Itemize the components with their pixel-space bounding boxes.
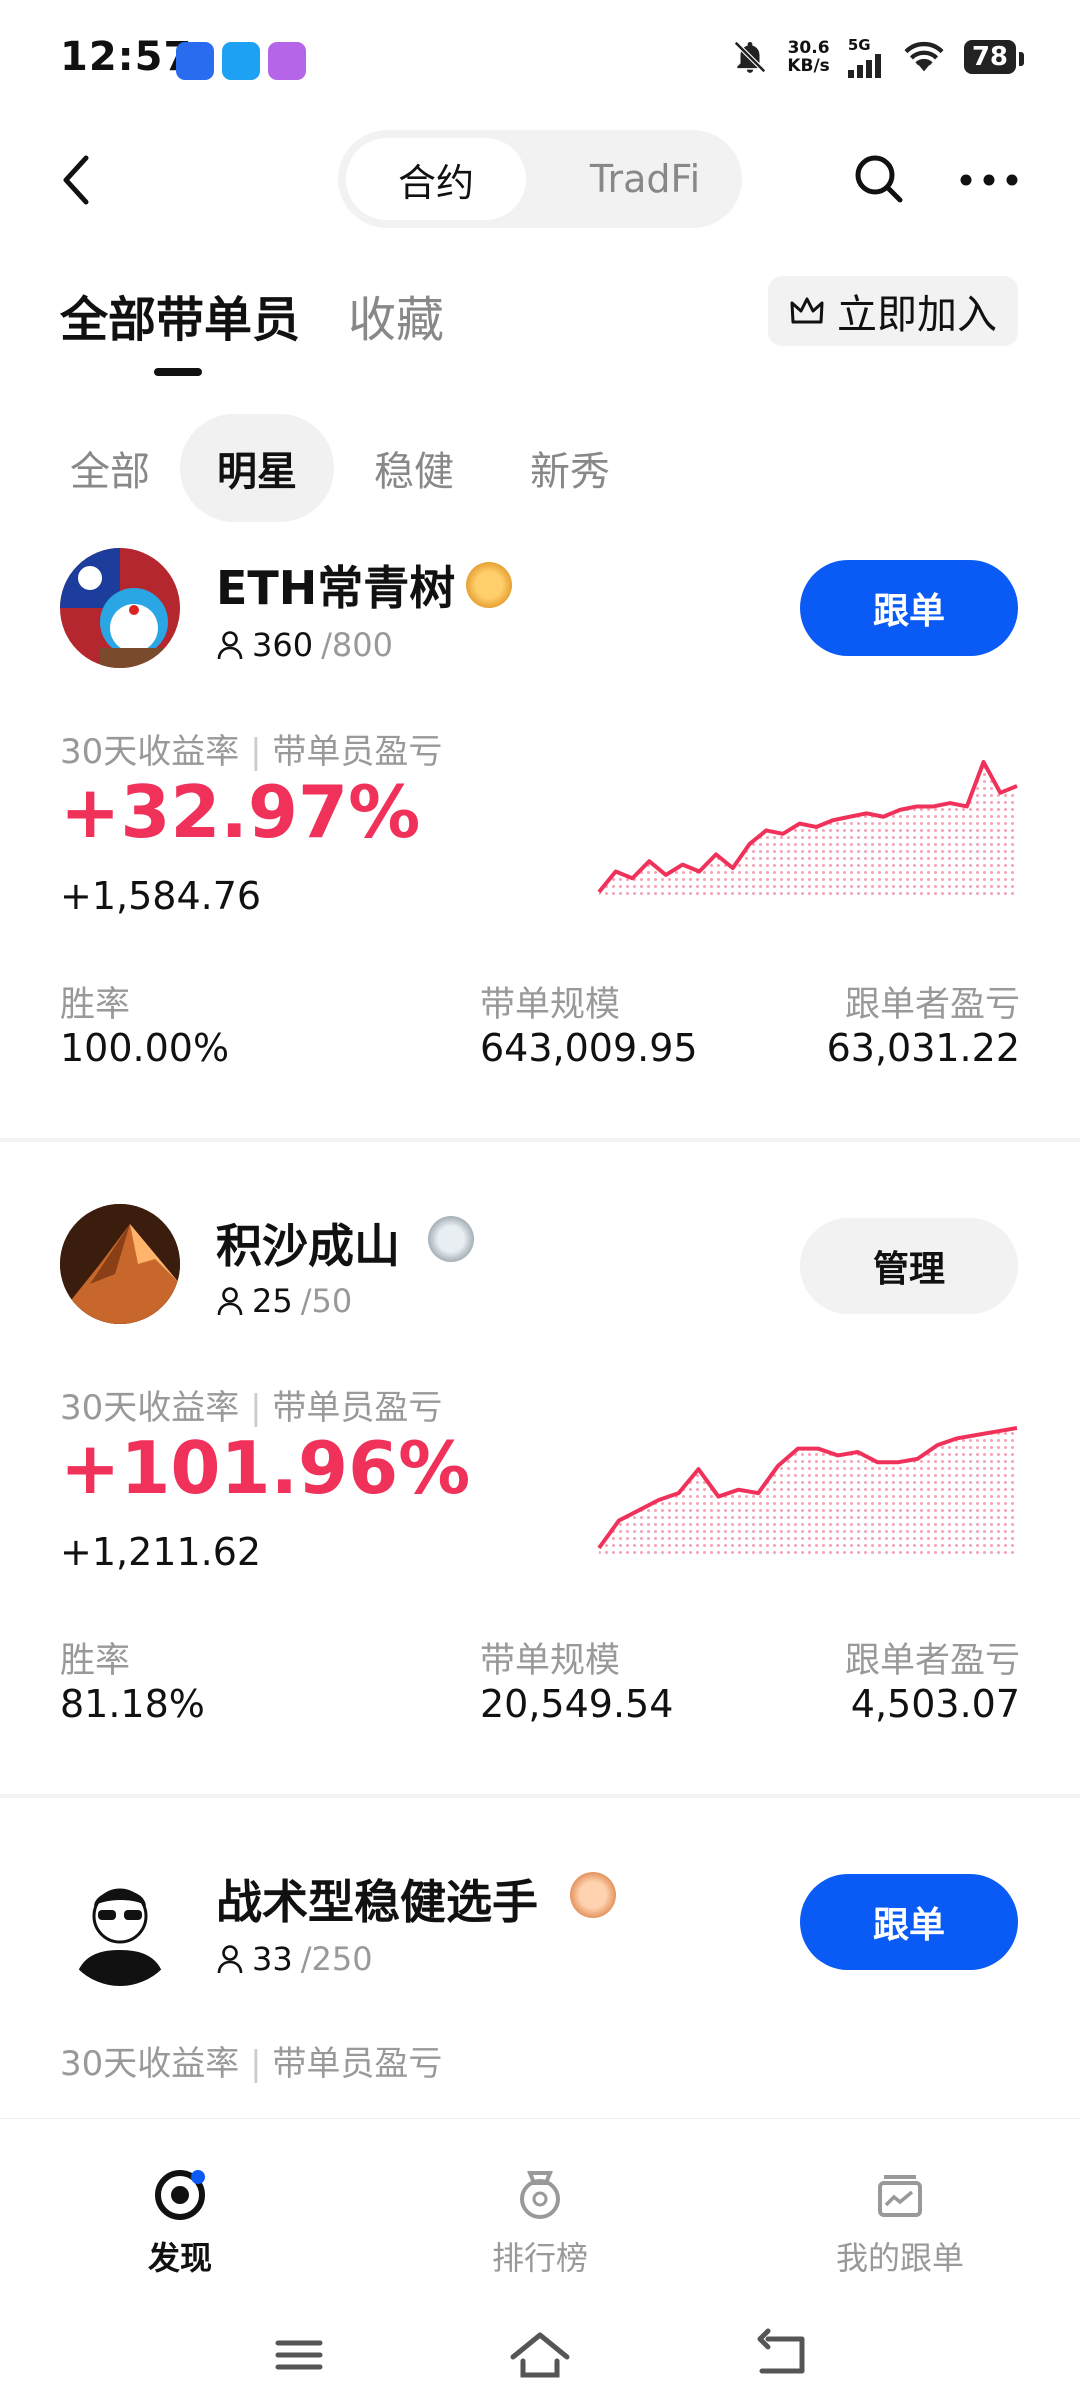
app-notification-icon [222,42,260,80]
card-divider [0,1794,1080,1798]
nav-discover[interactable]: 发现 [70,2167,290,2279]
nav-my-copy-label: 我的跟单 [835,2239,964,2277]
aum-value: 643,009.95 [480,1026,698,1070]
nav-ranking[interactable]: 排行榜 [430,2167,650,2279]
trader-card[interactable]: 战术型稳健选手 33/250 跟单 30天收益率 | 带单员盈亏 [0,1852,1080,2118]
crown-icon [790,297,824,324]
app-notification-icon [268,42,306,80]
aum-label: 带单规模 [480,1641,621,1681]
menu-icon[interactable] [264,2325,334,2385]
follower-pnl-value: 4,503.07 [850,1682,1020,1726]
pnl-value: +1,584.76 [60,874,262,918]
follower-capacity: /50 [300,1282,353,1320]
copy-trade-button[interactable]: 跟单 [800,1874,1018,1970]
trader-name: ETH常青树 [216,561,456,615]
user-icon [217,1287,243,1316]
copy-trade-button[interactable]: 跟单 [800,560,1018,656]
user-icon [217,631,243,660]
nav-discover-label: 发现 [147,2239,212,2277]
follower-count: 25/50 [216,1282,352,1320]
profit-labels: 30天收益率 | 带单员盈亏 [60,732,443,772]
tab-all-leaders[interactable]: 全部带单员 [60,280,300,350]
roi-value: +101.96% [60,1426,471,1510]
status-indicators: 30.6 KB/s 5G 78 [731,36,1025,78]
status-time: 12:57 [60,34,193,80]
follower-current: 33 [252,1940,293,1978]
trader-name: 战术型稳健选手 [216,1875,538,1929]
signal-icon: 5G [847,36,884,78]
market-segment-control: 合约 TradFi [338,130,742,228]
bronze-medal-icon [570,1872,616,1918]
home-icon[interactable] [505,2325,575,2385]
profit-labels: 30天收益率 | 带单员盈亏 [60,2044,443,2084]
follower-pnl-label: 跟单者盈亏 [844,1641,1020,1681]
filter-all[interactable]: 全部 [40,414,180,522]
avatar [60,1204,180,1324]
win-rate-label: 胜率 [60,985,131,1025]
profit-sparkline [597,1426,1018,1554]
follower-capacity: /800 [321,626,393,664]
user-icon [217,1945,243,1974]
nav-my-copy[interactable]: 我的跟单 [790,2167,1010,2279]
filter-star[interactable]: 明星 [180,414,334,522]
back-icon[interactable] [58,152,94,208]
search-icon[interactable] [852,152,906,206]
follower-pnl-value: 63,031.22 [826,1026,1020,1070]
avatar [60,1866,180,1986]
roi-value: +32.97% [60,770,421,854]
filter-steady[interactable]: 稳健 [344,414,484,522]
discover-icon [155,2170,205,2220]
win-rate-value: 100.00% [60,1026,230,1070]
win-rate-value: 81.18% [60,1682,205,1726]
follower-pnl-label: 跟单者盈亏 [844,985,1020,1025]
more-icon[interactable] [958,172,1020,188]
card-divider [0,1138,1080,1142]
nav-ranking-label: 排行榜 [491,2239,588,2277]
ranking-icon [520,2171,560,2219]
tab-favorites[interactable]: 收藏 [348,280,444,350]
join-now-button[interactable]: 立即加入 [768,276,1018,346]
win-rate-label: 胜率 [60,1641,131,1681]
bottom-navigation: 发现 排行榜 我的跟单 [0,2118,1080,2408]
my-copy-icon [878,2175,922,2217]
wifi-icon [904,41,944,72]
pnl-value: +1,211.62 [60,1530,262,1574]
trader-name: 积沙成山 [216,1219,400,1273]
network-speed: 30.6 KB/s [787,38,830,76]
follower-current: 360 [252,626,314,664]
follower-current: 25 [252,1282,293,1320]
segment-tradfi[interactable]: TradFi [570,138,720,220]
aum-value: 20,549.54 [480,1682,674,1726]
battery-indicator: 78 [963,40,1025,74]
join-now-label: 立即加入 [837,292,997,338]
trader-card[interactable]: ETH常青树 360/800 跟单 30天收益率 | 带单员盈亏 +32.97%… [0,540,1080,1130]
avatar [60,548,180,668]
gold-medal-icon [466,562,512,608]
follower-count: 33/250 [216,1940,373,1978]
segment-contract[interactable]: 合约 [346,138,526,220]
follower-count: 360/800 [216,626,393,664]
trader-card[interactable]: 积沙成山 25/50 管理 30天收益率 | 带单员盈亏 +101.96% +1… [0,1196,1080,1786]
tab-underline [154,368,202,376]
app-notification-icon [176,42,214,80]
silver-medal-icon [428,1216,474,1262]
back-nav-icon[interactable] [746,2325,816,2385]
filter-rookie[interactable]: 新秀 [500,414,640,522]
follower-capacity: /250 [300,1940,373,1978]
profit-labels: 30天收益率 | 带单员盈亏 [60,1388,443,1428]
aum-label: 带单规模 [480,985,621,1025]
sparkline-area [599,762,1017,898]
profit-sparkline [597,760,1018,898]
bell-off-icon [734,41,767,73]
manage-button[interactable]: 管理 [800,1218,1018,1314]
